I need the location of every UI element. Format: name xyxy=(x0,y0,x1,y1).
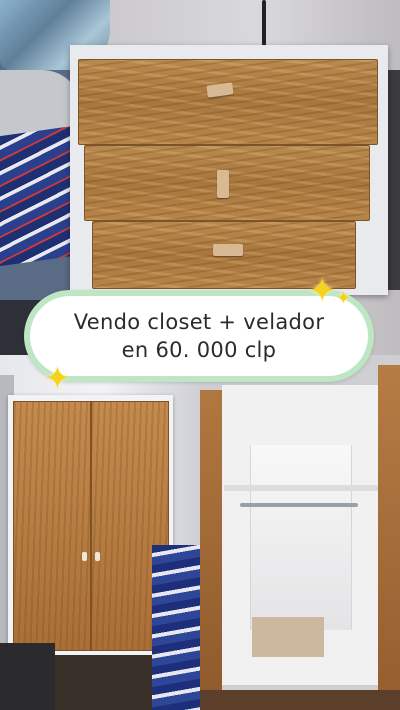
sparkle-icon: ✦ xyxy=(336,288,352,309)
sparkle-icon: ✦ xyxy=(44,359,71,397)
drawer-pull xyxy=(213,244,243,256)
closet-closed-photo xyxy=(0,355,200,710)
door-knob xyxy=(95,552,100,561)
floor-clutter xyxy=(0,643,55,710)
door-knob xyxy=(82,552,87,561)
nightstand xyxy=(70,45,388,295)
closet-open-photo xyxy=(200,355,400,710)
caption-line-2: en 60. 000 clp xyxy=(121,338,277,362)
sparkle-icon: ✦ xyxy=(308,271,337,311)
closet-back-panel xyxy=(250,445,352,630)
drawer-middle xyxy=(84,145,370,221)
power-cable xyxy=(262,0,266,48)
floor xyxy=(200,690,400,710)
closet-door-left xyxy=(13,401,91,651)
hanging-rod xyxy=(240,503,358,507)
open-door-left xyxy=(200,390,222,700)
closet-shelf xyxy=(224,485,379,491)
caption-line-1: Vendo closet + velador xyxy=(73,310,325,334)
drawer-top xyxy=(78,59,378,145)
closet-floor-board xyxy=(252,617,324,657)
striped-bedding xyxy=(152,545,200,710)
closet xyxy=(8,395,173,660)
drawer-pull xyxy=(217,170,229,198)
open-door-right xyxy=(378,365,400,710)
drawer-pull xyxy=(206,82,234,98)
